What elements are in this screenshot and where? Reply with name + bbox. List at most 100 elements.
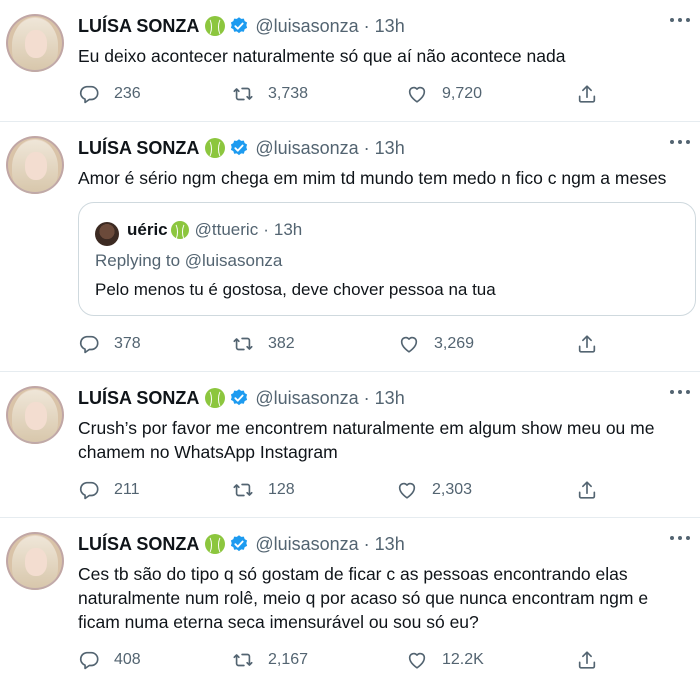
tennis-ball-emoji-icon <box>205 16 226 36</box>
display-name[interactable]: LUÍSA SONZA <box>78 16 199 37</box>
quoted-avatar <box>95 222 119 246</box>
reply-icon <box>79 335 99 354</box>
tweet-actions: 236 3,738 9,720 <box>78 82 618 106</box>
tweet-text: Crush’s por favor me encontrem naturalme… <box>78 418 655 462</box>
heart-icon <box>400 336 418 353</box>
share-button[interactable] <box>576 478 612 502</box>
handle[interactable]: @luisasonza <box>255 388 358 409</box>
like-count: 3,269 <box>434 335 475 352</box>
like-button[interactable]: 12.2K <box>406 648 484 672</box>
share-button[interactable] <box>576 332 612 356</box>
tennis-ball-emoji-icon <box>205 534 226 554</box>
retweet-count: 2,167 <box>268 651 309 668</box>
reply-button[interactable]: 408 <box>78 648 141 672</box>
more-options-icon[interactable] <box>670 390 692 396</box>
retweet-count: 3,738 <box>268 85 309 102</box>
avatar[interactable] <box>6 386 64 444</box>
tweet-header: LUÍSA SONZA @luisasonza · 13h <box>78 14 405 38</box>
tweet-header: LUÍSA SONZA @luisasonza · 13h <box>78 386 405 410</box>
more-options-icon[interactable] <box>670 536 692 542</box>
verified-badge-icon <box>231 535 248 552</box>
like-count: 12.2K <box>442 651 484 668</box>
separator-dot: · <box>263 220 269 239</box>
share-icon <box>578 651 596 669</box>
heart-icon <box>408 86 426 103</box>
more-options-icon[interactable] <box>670 18 692 24</box>
quoted-tweet[interactable]: uéric @ttueric · 13h Replying to @luisas… <box>78 202 696 316</box>
avatar[interactable] <box>6 136 64 194</box>
reply-button[interactable]: 236 <box>78 82 141 106</box>
retweet-count: 128 <box>268 481 295 498</box>
more-options-icon[interactable] <box>670 140 692 146</box>
display-name[interactable]: LUÍSA SONZA <box>78 138 199 159</box>
tweet-actions: 378 382 3,269 <box>78 332 618 356</box>
timestamp[interactable]: 13h <box>375 16 405 37</box>
verified-badge-icon <box>231 139 248 156</box>
like-button[interactable]: 2,303 <box>396 478 472 502</box>
like-count: 9,720 <box>442 85 483 102</box>
share-icon <box>578 335 596 353</box>
share-button[interactable] <box>576 82 612 106</box>
tweet-text: Eu deixo acontecer naturalmente só que a… <box>78 46 566 66</box>
tennis-ball-emoji-icon <box>205 388 226 408</box>
handle[interactable]: @luisasonza <box>255 16 358 37</box>
timestamp[interactable]: 13h <box>375 388 405 409</box>
retweet-icon <box>233 87 253 101</box>
tweet-header: LUÍSA SONZA @luisasonza · 13h <box>78 532 405 556</box>
reply-button[interactable]: 378 <box>78 332 141 356</box>
handle[interactable]: @luisasonza <box>255 138 358 159</box>
tweet[interactable]: LUÍSA SONZA @luisasonza · 13h Amor é sér… <box>0 122 700 372</box>
quoted-timestamp: 13h <box>273 220 303 239</box>
replying-to: Replying to @luisasonza <box>95 251 283 270</box>
retweet-icon <box>233 653 253 667</box>
tennis-ball-emoji-icon <box>205 138 226 158</box>
reply-button[interactable]: 211 <box>78 478 140 502</box>
tweet-text: Amor é sério ngm chega em mim td mundo t… <box>78 168 667 188</box>
share-button[interactable] <box>576 648 612 672</box>
retweet-button[interactable]: 128 <box>232 478 295 502</box>
share-icon <box>578 85 596 103</box>
separator-dot: · <box>363 15 370 36</box>
reply-count: 378 <box>114 335 141 352</box>
tweet[interactable]: LUÍSA SONZA @luisasonza · 13h Ces tb são… <box>0 518 700 691</box>
handle[interactable]: @luisasonza <box>255 534 358 555</box>
display-name[interactable]: LUÍSA SONZA <box>78 388 199 409</box>
reply-count: 408 <box>114 651 141 668</box>
retweet-button[interactable]: 3,738 <box>232 82 308 106</box>
reply-icon <box>79 481 99 500</box>
tweet-text: Ces tb são do tipo q só gostam de ficar … <box>78 564 649 632</box>
quoted-header: uéric @ttueric · 13h <box>127 220 303 241</box>
verified-badge-icon <box>231 389 248 406</box>
tweet[interactable]: LUÍSA SONZA @luisasonza · 13h Crush’s po… <box>0 372 700 518</box>
quoted-handle: @ttueric <box>194 220 259 239</box>
retweet-icon <box>233 337 253 351</box>
verified-badge-icon <box>231 17 248 34</box>
display-name[interactable]: LUÍSA SONZA <box>78 534 199 555</box>
retweet-button[interactable]: 2,167 <box>232 648 308 672</box>
reply-count: 236 <box>114 85 141 102</box>
like-count: 2,303 <box>432 481 473 498</box>
retweet-button[interactable]: 382 <box>232 332 295 356</box>
tweet[interactable]: LUÍSA SONZA @luisasonza · 13h Eu deixo a… <box>0 0 700 122</box>
quoted-display-name: uéric <box>127 220 168 239</box>
reply-count: 211 <box>114 481 140 498</box>
reply-icon <box>79 651 99 670</box>
avatar[interactable] <box>6 14 64 72</box>
separator-dot: · <box>363 387 370 408</box>
separator-dot: · <box>363 137 370 158</box>
separator-dot: · <box>363 533 370 554</box>
heart-icon <box>408 652 426 669</box>
tweet-header: LUÍSA SONZA @luisasonza · 13h <box>78 136 405 160</box>
tweet-actions: 211 128 2,303 <box>78 478 618 502</box>
retweet-count: 382 <box>268 335 295 352</box>
reply-icon <box>79 85 99 104</box>
tweet-actions: 408 2,167 12.2K <box>78 648 618 672</box>
avatar[interactable] <box>6 532 64 590</box>
heart-icon <box>398 482 416 499</box>
tennis-ball-emoji-icon <box>170 221 189 241</box>
timestamp[interactable]: 13h <box>375 534 405 555</box>
timestamp[interactable]: 13h <box>375 138 405 159</box>
like-button[interactable]: 3,269 <box>398 332 474 356</box>
quoted-text: Pelo menos tu é gostosa, deve chover pes… <box>95 280 496 299</box>
like-button[interactable]: 9,720 <box>406 82 482 106</box>
